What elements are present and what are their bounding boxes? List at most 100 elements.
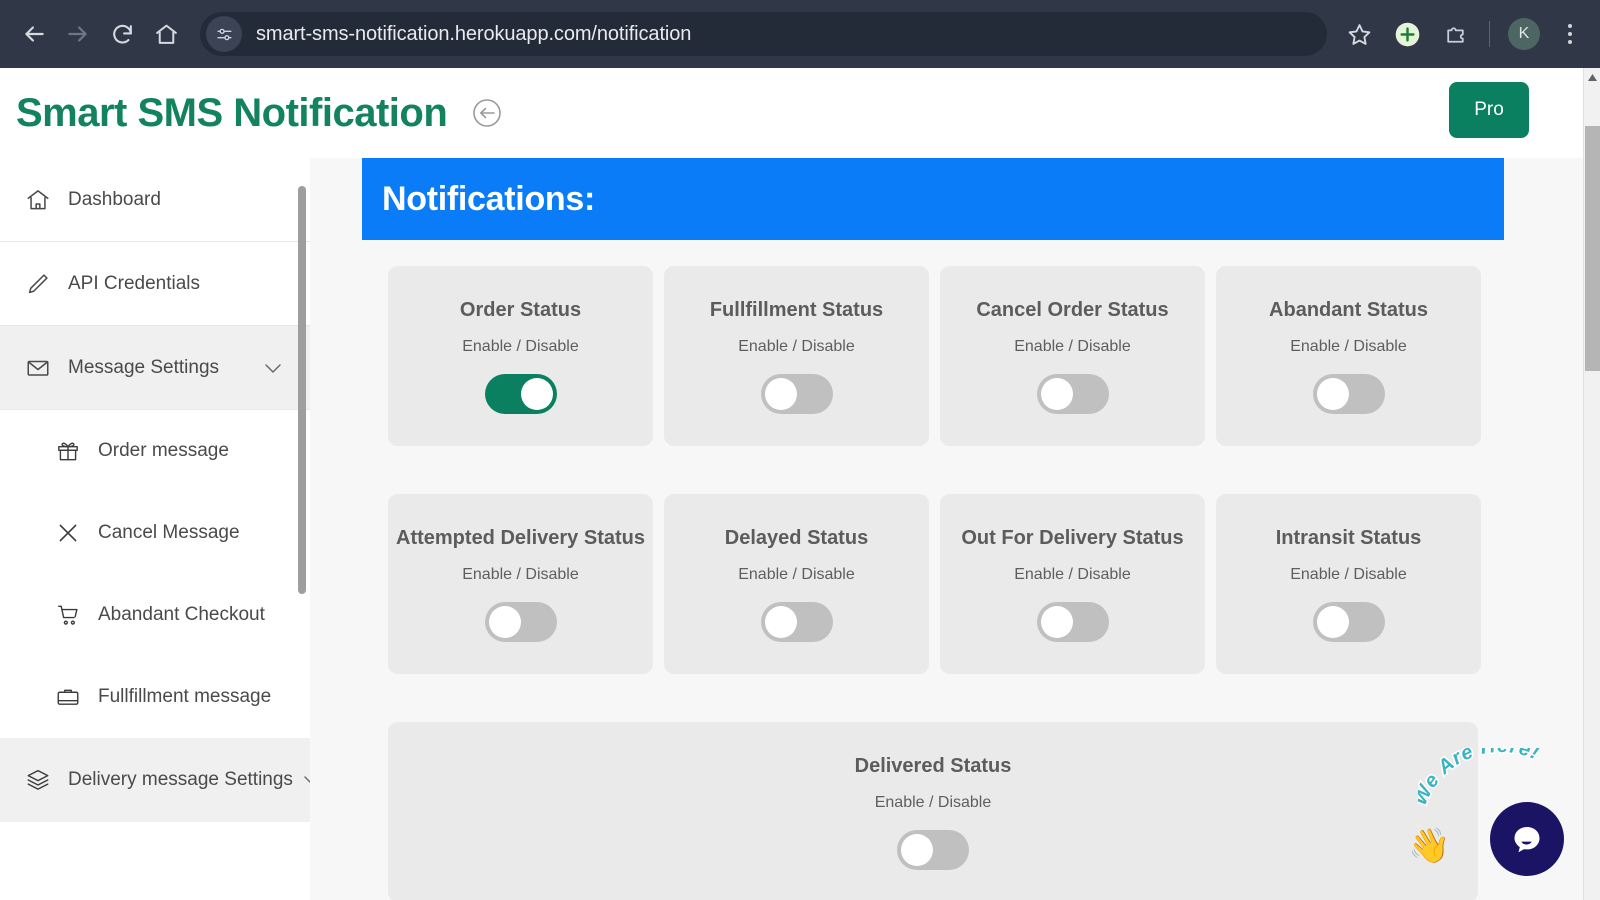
notification-card: Intransit Status Enable / Disable — [1216, 494, 1481, 674]
address-bar[interactable]: smart-sms-notification.herokuapp.com/not… — [200, 12, 1327, 56]
notification-card: Delayed Status Enable / Disable — [664, 494, 929, 674]
enable-disable-toggle[interactable] — [897, 829, 969, 870]
home-icon — [22, 184, 54, 216]
svg-text:We Are Here!: We Are Here! — [1418, 748, 1543, 809]
toggle-knob — [764, 605, 797, 638]
sidebar: Dashboard API Credentials Message Settin… — [0, 158, 310, 900]
toggle-knob — [1316, 377, 1349, 410]
card-subtitle: Enable / Disable — [738, 565, 855, 583]
card-title: Order Status — [459, 298, 582, 321]
sidebar-item-label: Dashboard — [68, 188, 161, 210]
star-icon[interactable] — [1338, 13, 1380, 55]
site-settings-icon[interactable] — [206, 16, 242, 52]
card-title: Abandant Status — [1269, 298, 1428, 321]
card-subtitle: Enable / Disable — [1290, 565, 1407, 583]
toggle-knob — [520, 377, 553, 410]
avatar[interactable]: K — [1503, 13, 1545, 55]
notification-card: Delivered Status Enable / Disable — [388, 722, 1478, 900]
page-scrollbar[interactable] — [1583, 68, 1600, 900]
back-arrow-icon[interactable] — [12, 12, 56, 56]
back-circle-icon[interactable] — [469, 95, 505, 131]
sidebar-item-dashboard[interactable]: Dashboard — [0, 158, 310, 242]
card-subtitle: Enable / Disable — [462, 565, 579, 583]
reload-icon[interactable] — [100, 12, 144, 56]
card-subtitle: Enable / Disable — [1014, 337, 1131, 355]
card-title: Attempted Delivery Status — [396, 526, 645, 549]
scroll-up-arrow-icon[interactable] — [1584, 68, 1600, 86]
toggle-knob — [901, 833, 933, 866]
card-title: Delayed Status — [724, 526, 869, 549]
sidebar-item-fullfillment-message[interactable]: Fullfillment message — [0, 656, 310, 738]
three-dot-menu-icon[interactable] — [1552, 13, 1588, 55]
card-subtitle: Enable / Disable — [462, 337, 579, 355]
layers-icon — [22, 764, 54, 796]
page-scrollbar-thumb[interactable] — [1585, 126, 1600, 371]
chat-widget: We Are Here! 👋 — [1402, 733, 1572, 888]
browser-toolbar: smart-sms-notification.herokuapp.com/not… — [0, 0, 1600, 68]
main-content: Notifications: Order Status Enable / Disa… — [310, 158, 1583, 900]
sidebar-item-delivery-message-settings[interactable]: Delivery message Settings — [0, 738, 310, 822]
forward-arrow-icon[interactable] — [56, 12, 100, 56]
enable-disable-toggle[interactable] — [1036, 373, 1109, 414]
card-title: Cancel Order Status — [976, 298, 1169, 321]
url-text: smart-sms-notification.herokuapp.com/not… — [256, 22, 692, 45]
toggle-knob — [1316, 605, 1349, 638]
sidebar-item-abandant-checkout[interactable]: Abandant Checkout — [0, 574, 310, 656]
sidebar-item-message-settings[interactable]: Message Settings — [0, 326, 310, 410]
notification-card: Cancel Order Status Enable / Disable — [940, 266, 1205, 446]
card-subtitle: Enable / Disable — [1290, 337, 1407, 355]
enable-disable-toggle[interactable] — [760, 601, 833, 642]
notification-card-grid: Order Status Enable / Disable Fullfillment… — [388, 266, 1504, 900]
sidebar-item-api-credentials[interactable]: API Credentials — [0, 242, 310, 326]
sidebar-scrollbar-thumb[interactable] — [298, 186, 306, 594]
enable-disable-toggle[interactable] — [484, 601, 557, 642]
enable-disable-toggle[interactable] — [1312, 601, 1385, 642]
card-subtitle: Enable / Disable — [874, 793, 992, 811]
chevron-down-icon[interactable] — [260, 355, 286, 381]
home-icon[interactable] — [144, 12, 188, 56]
extensions-puzzle-icon[interactable] — [1434, 13, 1476, 55]
pencil-icon — [22, 268, 54, 300]
profile-initial: K — [1508, 18, 1540, 50]
sidebar-item-label: API Credentials — [68, 272, 201, 294]
chat-bubble-icon[interactable] — [1490, 802, 1564, 876]
card-title: Intransit Status — [1275, 526, 1422, 549]
notification-card: Fullfillment Status Enable / Disable — [664, 266, 929, 446]
notification-card: Abandant Status Enable / Disable — [1216, 266, 1481, 446]
toggle-knob — [488, 605, 521, 638]
toolbar-divider — [1489, 21, 1490, 47]
enable-disable-toggle[interactable] — [484, 373, 557, 414]
banner-title: Notifications: — [382, 179, 596, 218]
notifications-banner: Notifications: — [362, 158, 1504, 240]
sidebar-scrollbar[interactable] — [298, 158, 306, 900]
briefcase-icon — [52, 681, 84, 713]
sidebar-item-cancel-message[interactable]: Cancel Message — [0, 492, 310, 574]
notification-card: Attempted Delivery Status Enable / Disabl… — [388, 494, 653, 674]
shopping-cart-icon — [52, 599, 84, 631]
sidebar-item-label: Abandant Checkout — [98, 604, 265, 625]
card-subtitle: Enable / Disable — [738, 337, 855, 355]
gift-icon — [52, 435, 84, 467]
sidebar-item-label: Cancel Message — [98, 522, 240, 543]
sidebar-item-order-message[interactable]: Order message — [0, 410, 310, 492]
sidebar-item-label: Message Settings — [68, 356, 220, 378]
card-title: Out For Delivery Status — [961, 526, 1184, 549]
card-title: Delivered Status — [854, 754, 1012, 777]
sidebar-item-label: Order message — [98, 440, 229, 461]
notification-card: Out For Delivery Status Enable / Disable — [940, 494, 1205, 674]
card-subtitle: Enable / Disable — [1014, 565, 1131, 583]
toggle-knob — [1040, 377, 1073, 410]
notification-card: Order Status Enable / Disable — [388, 266, 653, 446]
pro-button[interactable]: Pro — [1449, 82, 1529, 138]
enable-disable-toggle[interactable] — [1312, 373, 1385, 414]
close-x-icon — [52, 517, 84, 549]
toggle-knob — [1040, 605, 1073, 638]
app-header: Smart SMS Notification Pro — [0, 68, 1583, 158]
card-title: Fullfillment Status — [709, 298, 884, 321]
enable-disable-toggle[interactable] — [1036, 601, 1109, 642]
page-title: Smart SMS Notification — [16, 90, 448, 135]
enable-disable-toggle[interactable] — [760, 373, 833, 414]
page-root: Smart SMS Notification Pro Dashboard API… — [0, 68, 1600, 900]
add-circle-icon[interactable] — [1386, 13, 1428, 55]
waving-hand-icon: 👋 — [1408, 827, 1451, 865]
